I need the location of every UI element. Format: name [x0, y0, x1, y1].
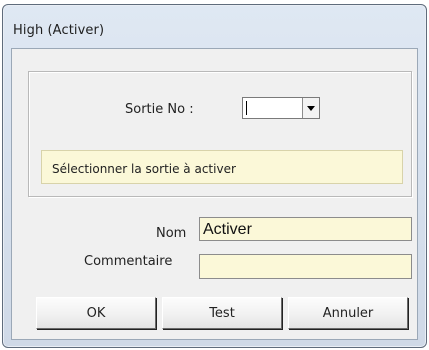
text-caret [246, 101, 247, 115]
focus-rectangle [42, 303, 150, 323]
test-button[interactable]: Test [162, 297, 282, 329]
window-title: High (Activer) [13, 23, 105, 38]
title-bar[interactable]: High (Activer) [3, 5, 426, 51]
dropdown-button[interactable] [302, 98, 319, 118]
name-input[interactable]: Activer [199, 217, 412, 241]
cancel-button[interactable]: Annuler [288, 297, 408, 329]
selection-hint-box: Sélectionner la sortie à activer [41, 150, 403, 184]
dialog-content: Sortie No : Sélectionner la sortie à act… [11, 48, 418, 340]
output-number-select[interactable] [242, 97, 320, 119]
chevron-down-icon [307, 106, 315, 111]
name-label: Nom [156, 226, 187, 241]
selection-hint-text: Sélectionner la sortie à activer [52, 162, 236, 176]
comment-input[interactable] [199, 254, 412, 279]
output-number-label: Sortie No : [125, 102, 194, 117]
comment-label: Commentaire [84, 254, 173, 269]
output-group: Sortie No : Sélectionner la sortie à act… [28, 71, 412, 197]
dialog-window: High (Activer) Sortie No : Sélectionner … [2, 4, 427, 348]
